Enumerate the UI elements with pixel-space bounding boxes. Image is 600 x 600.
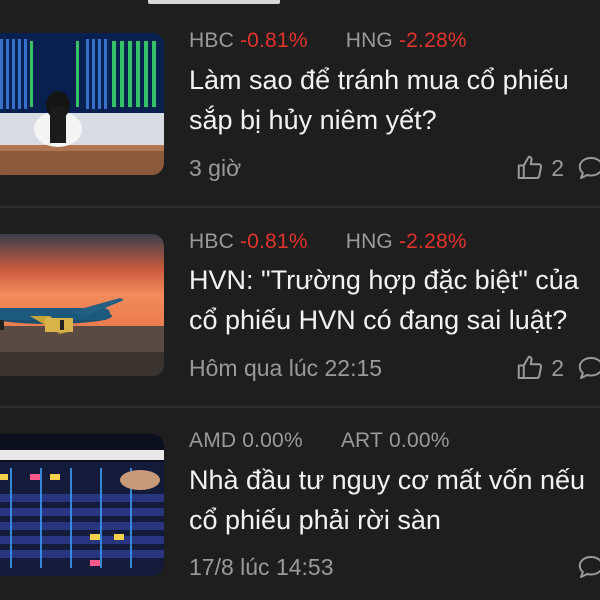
news-feed-screen: HBC -0.81% HNG -2.28% Làm sao để tránh mua … — [0, 0, 600, 600]
like-count: 2 — [551, 154, 564, 181]
news-actions — [576, 550, 600, 584]
thumbs-up-icon — [517, 355, 543, 379]
like-count: 2 — [551, 354, 564, 381]
ticker-chip[interactable]: HBC -0.81% — [189, 29, 308, 53]
like-button[interactable]: 2 — [515, 353, 564, 383]
title-line: cổ phiếu phải rời sàn — [189, 505, 441, 535]
ticker-symbol: HBC — [189, 230, 234, 253]
ticker-chip[interactable]: ART 0.00% — [341, 429, 450, 453]
ticker-row: AMD 0.00% ART 0.00% — [189, 429, 488, 453]
ticker-chip[interactable]: HNG -2.28% — [346, 230, 467, 254]
ticker-symbol: HNG — [345, 29, 393, 52]
thumbs-up-icon — [517, 155, 543, 179]
title-line: sắp bị hủy niêm yết? — [189, 105, 437, 135]
news-thumbnail-upcom-board[interactable] — [0, 434, 164, 576]
news-actions: 2 — [515, 151, 600, 185]
like-button[interactable]: 2 — [515, 153, 564, 183]
title-line: Làm sao để tránh mua cổ phiếu — [189, 65, 569, 95]
ticker-chip[interactable]: HNG -2.28% — [346, 29, 467, 53]
comment-button[interactable] — [576, 353, 600, 383]
comment-button[interactable] — [576, 153, 600, 183]
news-time: 3 giờ — [189, 155, 242, 181]
item-divider — [0, 206, 600, 208]
comment-bubble-icon — [578, 556, 600, 578]
ticker-change: -2.28% — [398, 29, 467, 52]
ticker-change: 0.00% — [242, 429, 303, 452]
title-line: HVN: "Trường hợp đặc biệt" của — [189, 265, 579, 295]
news-time: Hôm qua lúc 22:15 — [189, 355, 383, 381]
ticker-row: HBC -0.81% HNG -2.28% — [189, 29, 505, 53]
comment-bubble-icon — [578, 157, 600, 179]
comment-button[interactable] — [576, 552, 600, 582]
news-title[interactable]: Làm sao để tránh mua cổ phiếu sắp bị hủy… — [189, 60, 600, 140]
ticker-symbol: HNG — [345, 230, 393, 253]
news-time: 17/8 lúc 14:53 — [189, 554, 334, 580]
news-thumbnail-airplane[interactable] — [0, 234, 164, 376]
news-thumbnail-stock-board[interactable] — [0, 33, 164, 175]
ticker-row: HBC -0.81% HNG -2.28% — [189, 230, 505, 254]
ticker-symbol: ART — [340, 429, 384, 452]
ticker-change: -0.81% — [239, 230, 308, 253]
news-title[interactable]: Nhà đầu tư nguy cơ mất vốn nếu cổ phiếu … — [189, 460, 600, 540]
ticker-change: -0.81% — [239, 29, 308, 52]
ticker-chip[interactable]: HBC -0.81% — [189, 230, 308, 254]
item-divider — [0, 406, 600, 408]
ticker-change: 0.00% — [389, 429, 450, 452]
title-line: cổ phiếu HVN có đang sai luật? — [189, 305, 568, 335]
news-title[interactable]: HVN: "Trường hợp đặc biệt" của cổ phiếu … — [189, 260, 600, 340]
comment-bubble-icon — [578, 357, 600, 379]
ticker-symbol: AMD — [189, 429, 237, 452]
ticker-chip[interactable]: AMD 0.00% — [189, 429, 303, 453]
active-tab-indicator — [148, 0, 280, 4]
title-line: Nhà đầu tư nguy cơ mất vốn nếu — [189, 465, 586, 495]
ticker-symbol: HBC — [189, 29, 234, 52]
news-actions: 2 — [515, 351, 600, 385]
ticker-change: -2.28% — [398, 230, 467, 253]
